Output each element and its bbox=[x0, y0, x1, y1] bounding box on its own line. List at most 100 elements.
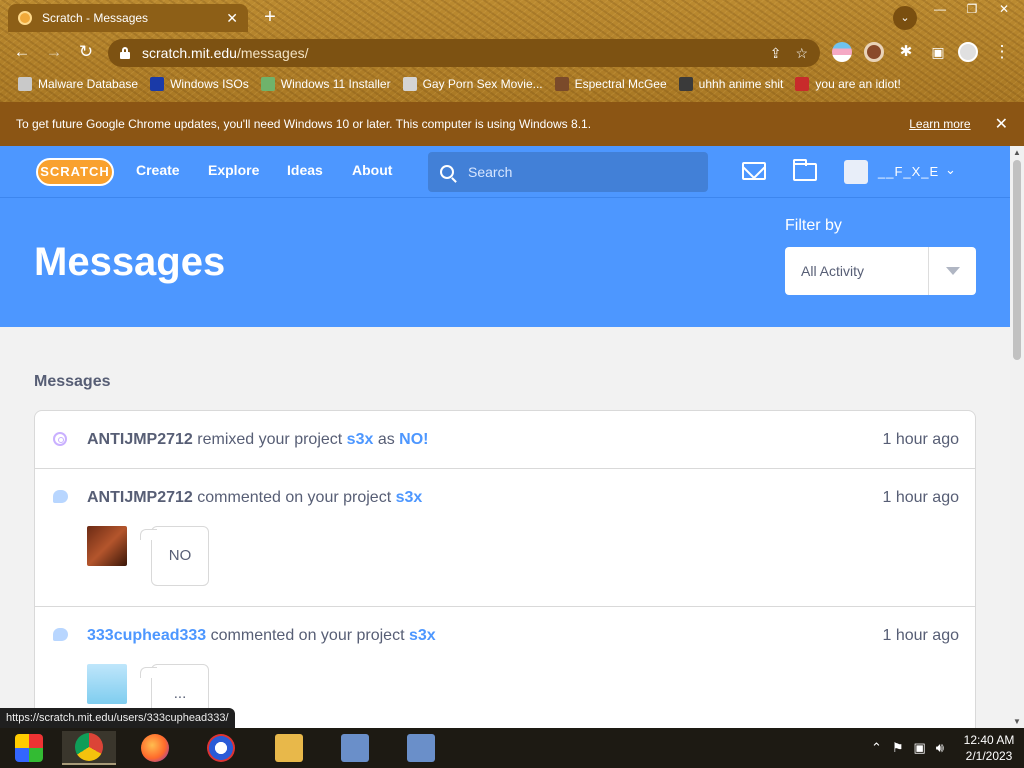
back-button[interactable]: ← bbox=[10, 41, 34, 63]
extensions-puzzle-icon[interactable]: ✱ bbox=[894, 41, 918, 63]
taskbar-installer-2[interactable] bbox=[394, 731, 448, 765]
scratch-favicon-icon bbox=[18, 11, 32, 25]
firefox-icon bbox=[141, 734, 169, 762]
nav-ideas-link[interactable]: Ideas bbox=[287, 162, 323, 178]
bookmark-item[interactable]: Espectral McGee bbox=[554, 77, 667, 91]
bookmark-label: Windows 11 Installer bbox=[280, 77, 391, 91]
bookmark-star-icon[interactable]: ☆ bbox=[795, 45, 808, 62]
bookmark-6-icon bbox=[795, 77, 810, 91]
message-user-link[interactable]: ANTIJMP2712 bbox=[87, 431, 193, 448]
profile-icon[interactable] bbox=[958, 42, 978, 62]
network-icon[interactable]: ▣ bbox=[914, 740, 926, 756]
volume-icon[interactable]: 🔊︎ bbox=[936, 740, 944, 756]
bookmark-5-icon bbox=[678, 77, 693, 91]
maximize-button[interactable]: ❐ bbox=[958, 0, 986, 18]
tab-close-icon[interactable]: ✕ bbox=[226, 10, 238, 27]
message-item: ANTIJMP2712 remixed your project s3x as … bbox=[35, 411, 975, 469]
address-bar[interactable]: scratch.mit.edu/messages/ ⇪ ☆ bbox=[108, 39, 820, 67]
scrollbar-thumb[interactable] bbox=[1013, 160, 1021, 360]
browser-chrome: Scratch - Messages ✕ + ⌄ — ❐ ✕ ← → ↻ scr… bbox=[0, 0, 1024, 102]
tab-search-icon[interactable]: ⌄ bbox=[893, 6, 917, 30]
browser-tab[interactable]: Scratch - Messages ✕ bbox=[8, 4, 248, 32]
learn-more-link[interactable]: Learn more bbox=[909, 117, 970, 131]
message-user-link[interactable]: ANTIJMP2712 bbox=[87, 489, 193, 506]
message-text: ANTIJMP2712 commented on your project s3… bbox=[87, 489, 422, 507]
link-status-tooltip: https://scratch.mit.edu/users/333cuphead… bbox=[0, 708, 235, 728]
scratch-logo[interactable]: SCRATCH bbox=[36, 158, 114, 186]
project-link[interactable]: s3x bbox=[396, 489, 423, 506]
scroll-down-arrow-icon[interactable]: ▼ bbox=[1012, 717, 1022, 726]
bookmark-label: you are an idiot! bbox=[815, 77, 901, 91]
commenter-avatar[interactable] bbox=[87, 526, 127, 566]
bookmark-item[interactable]: Windows ISOs bbox=[150, 77, 249, 91]
messages-mail-icon[interactable] bbox=[742, 162, 766, 180]
installer-icon bbox=[407, 734, 435, 762]
my-stuff-folder-icon[interactable] bbox=[793, 159, 817, 181]
forward-button[interactable]: → bbox=[42, 41, 66, 63]
message-text: ANTIJMP2712 remixed your project s3x as … bbox=[87, 431, 429, 449]
user-avatar[interactable] bbox=[844, 160, 868, 184]
clock-time: 12:40 AM bbox=[963, 733, 1015, 747]
dropdown-arrow-icon bbox=[928, 247, 976, 295]
bookmark-1-icon bbox=[150, 77, 165, 91]
taskbar-firefox[interactable] bbox=[128, 731, 182, 765]
comment-bubble[interactable]: NO bbox=[140, 526, 209, 586]
bookmark-label: Gay Porn Sex Movie... bbox=[422, 77, 543, 91]
start-icon bbox=[15, 734, 43, 762]
message-time: 1 hour ago bbox=[882, 489, 959, 506]
nav-about-link[interactable]: About bbox=[352, 162, 392, 178]
menu-kebab-icon[interactable]: ⋮ bbox=[990, 41, 1014, 63]
infobar-message: To get future Google Chrome updates, you… bbox=[16, 117, 592, 131]
window-controls: — ❐ ✕ bbox=[926, 0, 1018, 18]
flag-icon[interactable]: ⚑ bbox=[892, 740, 904, 756]
bookmark-item[interactable]: you are an idiot! bbox=[795, 77, 901, 91]
share-icon[interactable]: ⇪ bbox=[770, 45, 782, 62]
project-link[interactable]: s3x bbox=[347, 431, 374, 448]
url-path: /messages/ bbox=[236, 45, 309, 61]
remix-icon bbox=[53, 432, 67, 446]
commenter-avatar[interactable] bbox=[87, 664, 127, 704]
chevron-down-icon[interactable]: ⌄ bbox=[945, 162, 956, 178]
message-text: 333cuphead333 commented on your project … bbox=[87, 627, 436, 645]
bookmark-item[interactable]: Windows 11 Installer bbox=[260, 77, 391, 91]
bookmark-item[interactable]: uhhh anime shit bbox=[678, 77, 784, 91]
close-window-button[interactable]: ✕ bbox=[990, 0, 1018, 18]
message-row: ANTIJMP2712 remixed your project s3x as … bbox=[35, 411, 975, 468]
username-label[interactable]: __F_X_E bbox=[878, 164, 939, 179]
taskbar-clock[interactable]: 12:40 AM 2/1/2023 bbox=[954, 732, 1024, 764]
page-scrollbar[interactable]: ▲ ▼ bbox=[1010, 146, 1024, 728]
bookmark-label: uhhh anime shit bbox=[698, 77, 784, 91]
project-link[interactable]: s3x bbox=[409, 627, 436, 644]
search-input[interactable] bbox=[468, 164, 688, 180]
minimize-button[interactable]: — bbox=[926, 0, 954, 18]
scroll-up-arrow-icon[interactable]: ▲ bbox=[1012, 148, 1022, 157]
extension-flag-icon[interactable] bbox=[832, 42, 852, 62]
taskbar-app-obama[interactable] bbox=[194, 731, 248, 765]
taskbar-chrome[interactable] bbox=[62, 731, 116, 765]
message-user-link[interactable]: 333cuphead333 bbox=[87, 627, 206, 644]
filter-dropdown[interactable]: All Activity bbox=[785, 247, 976, 295]
show-hidden-icons-icon[interactable]: ⌃ bbox=[871, 740, 882, 756]
taskbar-installer-1[interactable] bbox=[328, 731, 382, 765]
start-button[interactable] bbox=[2, 731, 56, 765]
message-action: commented on your project bbox=[206, 627, 409, 644]
comment-icon bbox=[53, 490, 68, 503]
new-tab-button[interactable]: + bbox=[258, 6, 282, 30]
messages-content: Messages ANTIJMP2712 remixed your projec… bbox=[0, 327, 1010, 728]
bookmark-item[interactable]: Malware Database bbox=[18, 77, 138, 91]
section-title: Messages bbox=[34, 373, 111, 390]
message-row: 333cuphead333 commented on your project … bbox=[35, 607, 975, 664]
infobar-close-icon[interactable]: ✕ bbox=[995, 114, 1008, 134]
remix-project-link[interactable]: NO! bbox=[399, 431, 428, 448]
bookmark-0-icon bbox=[18, 77, 32, 91]
side-panel-icon[interactable]: ▣ bbox=[926, 41, 950, 63]
nav-create-link[interactable]: Create bbox=[136, 162, 180, 178]
extension-avatar-icon[interactable] bbox=[864, 42, 884, 62]
bookmark-item[interactable]: Gay Porn Sex Movie... bbox=[402, 77, 543, 91]
chrome-icon bbox=[75, 733, 103, 761]
taskbar-file-explorer[interactable] bbox=[262, 731, 316, 765]
nav-explore-link[interactable]: Explore bbox=[208, 162, 259, 178]
bookmark-label: Malware Database bbox=[38, 77, 139, 91]
installer-icon bbox=[341, 734, 369, 762]
reload-button[interactable]: ↻ bbox=[74, 41, 98, 63]
